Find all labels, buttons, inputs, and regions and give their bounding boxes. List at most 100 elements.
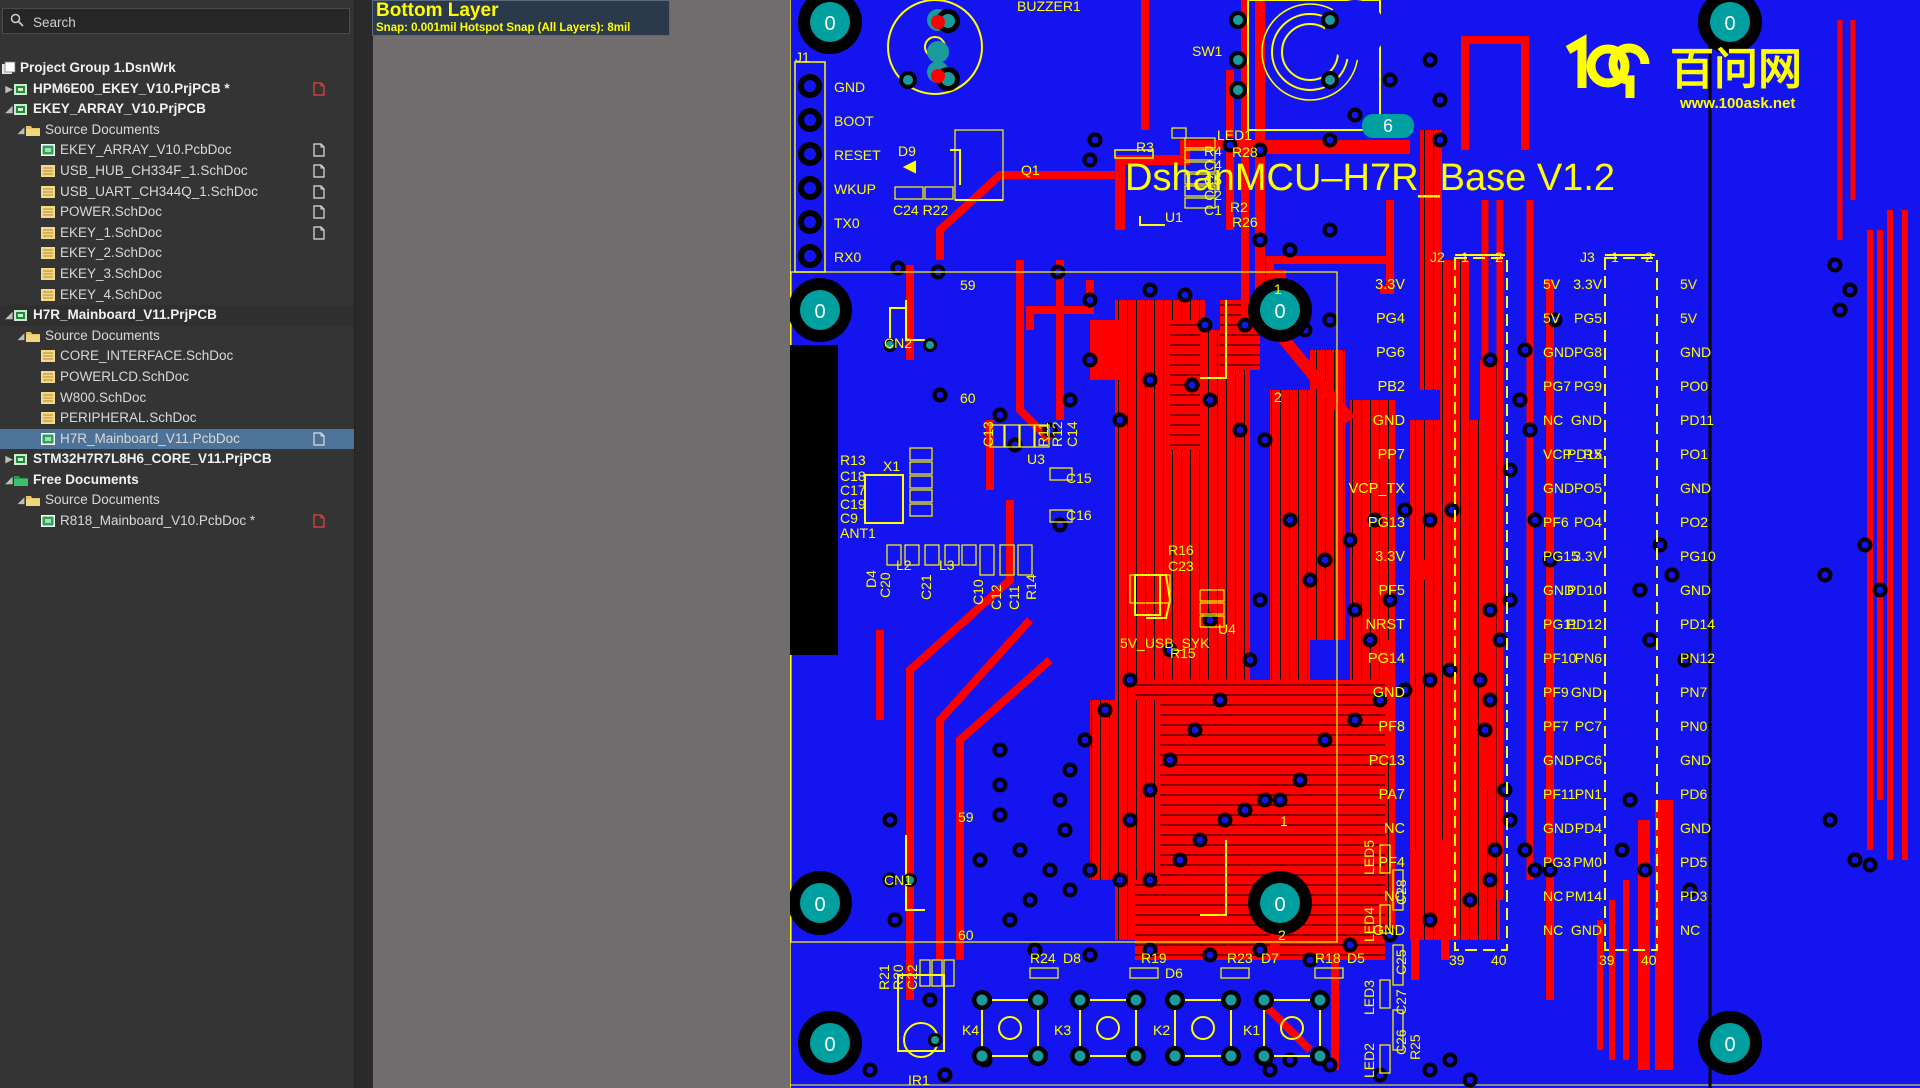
j3-pin-label: PG9 (1574, 378, 1602, 394)
tree-item[interactable]: USB_HUB_CH334F_1.SchDoc (0, 161, 354, 182)
folder-icon (25, 493, 41, 507)
j3-pin-label: PO1 (1680, 446, 1708, 462)
j3-pin-label: 5V (1680, 276, 1698, 292)
modified-document-icon (313, 514, 325, 528)
j3-pin-label: PD11 (1680, 412, 1714, 428)
j2-pin-label: 3.3V (1375, 549, 1405, 565)
tree-item[interactable]: CORE_INTERFACE.SchDoc (0, 346, 354, 367)
j3-pin-number: 39 (1599, 952, 1615, 968)
designator-q1: Q1 (1021, 162, 1040, 178)
j3-pin-label: PD14 (1680, 616, 1715, 632)
mounting-hole-label: 0 (814, 894, 825, 916)
j3-pin-label: 5V (1680, 310, 1698, 326)
tree-item-label: Source Documents (45, 327, 160, 343)
tree-item-label: STM32H7R7L8H6_CORE_V11.PrjPCB (33, 451, 272, 467)
pcb-drawing[interactable]: 0 0 0 0 0 0 0 0 6 GND BOOT RESET WKUP TX0 RX0 J1 百问网www.… (790, 0, 1920, 1088)
designator-d7: D7 (1261, 950, 1279, 966)
j2-pin-label: NRST (1366, 617, 1406, 633)
tree-item[interactable]: R818_Mainboard_V10.PcbDoc * (0, 511, 354, 532)
j3-pin-label: NC (1543, 888, 1563, 904)
logo-url: www.100ask.net (1679, 95, 1795, 112)
tree-item-label: R818_Mainboard_V10.PcbDoc * (60, 513, 256, 529)
tree-item[interactable]: POWERLCD.SchDoc (0, 367, 354, 388)
document-status-icon (313, 164, 325, 178)
j3-pin-label: GND (1680, 820, 1711, 836)
j3-pin-label: 3.3V (1573, 548, 1602, 564)
j2-pin-label: PA7 (1379, 787, 1405, 803)
tree-item[interactable]: ◢ EKEY_ARRAY_V10.PrjPCB (0, 99, 354, 120)
tree-item[interactable]: ◢ Source Documents (0, 490, 354, 511)
tree-item[interactable]: Project Group 1.DsnWrk (0, 58, 354, 79)
tree-item[interactable]: EKEY_4.SchDoc (0, 285, 354, 306)
designator-cn1-59: 59 (958, 809, 974, 825)
designator-c16: C16 (1066, 507, 1092, 523)
tree-item[interactable]: ▶ HPM6E00_EKEY_V10.PrjPCB * (0, 79, 354, 100)
j2-pin-label: GND (1373, 685, 1405, 701)
tree-item-label: USB_UART_CH344Q_1.SchDoc (60, 183, 258, 199)
tree-item[interactable]: ▶ STM32H7R7L8H6_CORE_V11.PrjPCB (0, 449, 354, 470)
search-box[interactable] (2, 8, 350, 34)
pcb-project-icon (13, 102, 29, 116)
logo-text: 百问网 (1670, 45, 1802, 94)
designator-c28: C28 (1393, 879, 1409, 905)
tree-item-label: W800.SchDoc (60, 389, 147, 405)
tree-item[interactable]: EKEY_2.SchDoc (0, 243, 354, 264)
tree-item[interactable]: EKEY_ARRAY_V10.PcbDoc (0, 140, 354, 161)
j2-pin-label: PF4 (1378, 855, 1405, 871)
designator-c12: C12 (988, 584, 1004, 610)
tree-item[interactable]: ◢ Free Documents (0, 470, 354, 491)
tree-item[interactable]: ◢ H7R_Mainboard_V11.PrjPCB (0, 305, 354, 326)
designator-led3: LED3 (1361, 980, 1377, 1015)
designator-r23: R23 (1227, 950, 1253, 966)
designator-cn2-1: 1 (1274, 281, 1282, 297)
tree-item[interactable]: H7R_Mainboard_V11.PcbDoc (0, 428, 354, 450)
tree-item[interactable]: W800.SchDoc (0, 388, 354, 409)
pcb-project-icon (13, 82, 29, 96)
schdoc-icon (40, 411, 56, 425)
designator-cn1-60: 60 (958, 927, 974, 943)
mounting-hole-label: 0 (1724, 13, 1735, 35)
designator-c5: C5 (1204, 172, 1222, 188)
search-input[interactable] (31, 11, 335, 33)
j3-pin-label: PN7 (1680, 684, 1707, 700)
designator-cn2-59: 59 (960, 277, 976, 293)
designator-d8: D8 (1063, 950, 1081, 966)
panel-scrollbar[interactable] (354, 0, 373, 1088)
designator-c24-r22: C24 R22 (893, 202, 948, 218)
j3-pin-label: PC7 (1575, 718, 1602, 734)
tree-item-label: USB_HUB_CH334F_1.SchDoc (60, 162, 248, 178)
designator-c14: C14 (1064, 421, 1080, 447)
j2-pin-label: PG4 (1376, 311, 1405, 327)
tree-item-label: POWER.SchDoc (60, 204, 163, 220)
j3-pin-label: PD4 (1575, 820, 1602, 836)
designator-c9: C9 (840, 510, 858, 526)
designator-r14: R14 (1023, 574, 1039, 600)
tree-item[interactable]: EKEY_3.SchDoc (0, 264, 354, 285)
j2-pin-label: PG6 (1376, 345, 1405, 361)
projects-panel: Project Group 1.DsnWrk ▶HPM6E00_EKEY_V10.… (0, 0, 354, 1088)
document-status-icon (313, 432, 325, 446)
j2-pin-label: PG14 (1368, 651, 1405, 667)
j3-pin-label: PM14 (1565, 888, 1602, 904)
j1-pin-label: BOOT (834, 113, 874, 129)
tree-item[interactable]: ◢ Source Documents (0, 326, 354, 347)
pcb-canvas[interactable]: 0 0 0 0 0 0 0 0 6 GND BOOT RESET WKUP TX0 RX0 J1 百问网 www.… (790, 0, 1920, 1088)
tree-item[interactable]: PERIPHERAL.SchDoc (0, 408, 354, 429)
designator-cn2-60: 60 (960, 390, 976, 406)
j2-pin-label: PF8 (1378, 719, 1405, 735)
tree-item[interactable]: USB_UART_CH344Q_1.SchDoc (0, 182, 354, 203)
knob-label: 6 (1383, 116, 1393, 136)
schdoc-icon (40, 246, 56, 260)
tree-item-label: EKEY_2.SchDoc (60, 245, 163, 261)
j3-pin-label: PC6 (1575, 752, 1602, 768)
j3-pin-number: 2 (1645, 249, 1653, 265)
snap-info: Snap: 0.001mil Hotspot Snap (All Layers)… (376, 22, 631, 34)
tree-item[interactable]: EKEY_1.SchDoc (0, 223, 354, 244)
tree-item[interactable]: POWER.SchDoc (0, 202, 354, 223)
tree-item[interactable]: ◢ Source Documents (0, 120, 354, 141)
pcb-project-icon (13, 452, 29, 466)
j3-pin-label: PM0 (1573, 854, 1602, 870)
j3-pin-label: GND (1680, 752, 1711, 768)
j3-pin-label: PN1 (1575, 786, 1602, 802)
designator-sw1: SW1 (1192, 43, 1223, 59)
